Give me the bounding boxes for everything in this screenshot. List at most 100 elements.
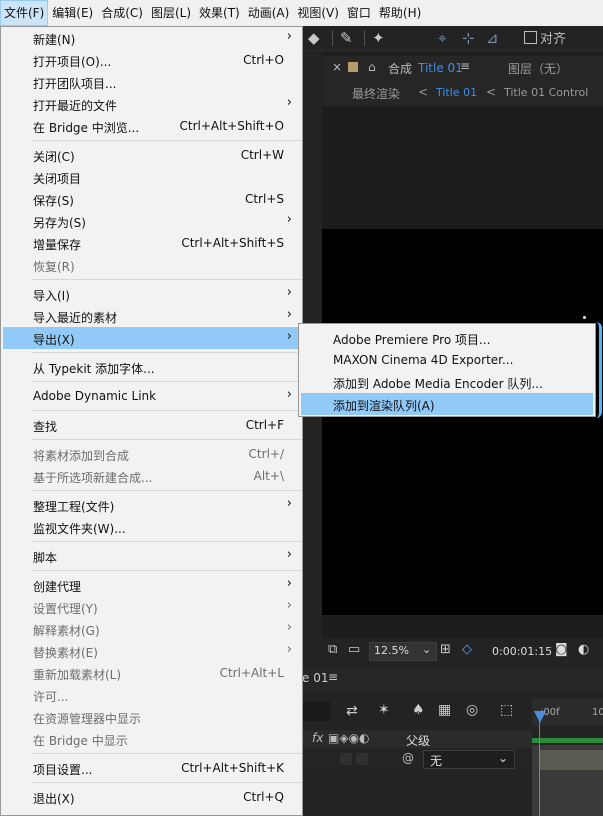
menu-item-shortcut: Ctrl+Alt+Shift+S xyxy=(181,236,284,250)
nav-control-comp[interactable]: Title 01 Control xyxy=(504,86,588,99)
current-timecode[interactable]: 0:00:01:15 xyxy=(492,645,552,658)
menu-item-close-project[interactable]: 关闭项目 xyxy=(3,166,300,188)
menu-item-project-settings[interactable]: 项目设置... Ctrl+Alt+Shift+K xyxy=(3,757,300,779)
menubar-view[interactable]: 视图(V) xyxy=(293,0,343,26)
menu-item-reveal-in-bridge: 在 Bridge 中显示 xyxy=(3,728,300,750)
playhead-line[interactable] xyxy=(539,714,540,816)
menu-item-shortcut: Ctrl+Alt+Shift+O xyxy=(179,119,284,133)
menu-item-add-to-media-encoder[interactable]: 添加到 Adobe Media Encoder 队列... xyxy=(301,371,593,393)
menu-item-save[interactable]: 保存(S) Ctrl+S xyxy=(3,188,300,210)
graph-editor-icon[interactable]: ⬚ xyxy=(500,702,513,718)
parent-dropdown[interactable]: 无 ⌄ xyxy=(423,750,515,769)
toolbar-divider xyxy=(332,30,333,46)
menu-separator xyxy=(31,381,302,382)
layer-switch[interactable] xyxy=(340,753,352,765)
menu-item-export-cinema4d[interactable]: MAXON Cinema 4D Exporter... xyxy=(301,349,593,371)
panel-menu-icon[interactable]: ≡ xyxy=(460,59,470,73)
menubar-animation[interactable]: 动画(A) xyxy=(244,0,294,26)
chevron-right-icon: › xyxy=(286,547,292,562)
monitor-icon[interactable]: ▭ xyxy=(348,642,360,657)
motion-blur-icon[interactable]: ◎ xyxy=(466,702,478,718)
menu-item-open-team-project[interactable]: 打开团队项目... xyxy=(3,71,300,93)
roto-brush-icon[interactable]: ✎ xyxy=(340,26,353,50)
menu-item-shortcut: Ctrl+S xyxy=(244,192,284,206)
layer-switch[interactable] xyxy=(356,753,368,765)
menu-item-open-project[interactable]: 打开项目(O)... Ctrl+O xyxy=(3,49,300,71)
menubar-window[interactable]: 窗口 xyxy=(343,0,375,26)
zoom-dropdown[interactable]: 12.5% ⌄ xyxy=(369,642,437,661)
frame-blend-icon[interactable]: ▦ xyxy=(438,702,451,718)
menu-item-import-recent-footage[interactable]: 导入最近的素材 › xyxy=(3,305,300,327)
parent-column-header: 父级 xyxy=(406,734,431,748)
menu-item-add-fonts-typekit[interactable]: 从 Typekit 添加字体... xyxy=(3,356,300,378)
menu-item-watch-folder[interactable]: 监视文件夹(W)... xyxy=(3,516,300,538)
close-icon[interactable]: × xyxy=(332,60,342,74)
menu-item-save-as[interactable]: 另存为(S) › xyxy=(3,210,300,232)
color-channel-icon[interactable]: ◐ xyxy=(578,642,589,657)
tab-layer[interactable]: 图层（无） xyxy=(508,60,568,77)
work-area-bar[interactable] xyxy=(532,738,603,743)
menu-item-exit[interactable]: 退出(X) Ctrl+Q xyxy=(3,786,300,808)
menu-item-import[interactable]: 导入(I) › xyxy=(3,283,300,305)
mask-toggle-icon[interactable]: ◇ xyxy=(462,642,472,657)
composition-viewer[interactable] xyxy=(322,229,603,615)
eraser-icon[interactable]: ◆ xyxy=(308,26,320,50)
nav-final-render[interactable]: 最终渲染 xyxy=(352,85,400,102)
nav-current-comp[interactable]: Title 01 xyxy=(436,86,477,99)
layer-duration-bar[interactable] xyxy=(540,750,603,770)
menu-item-license: 许可... xyxy=(3,684,300,706)
menu-item-export-premiere-project[interactable]: Adobe Premiere Pro 项目... xyxy=(301,327,593,349)
menubar-effect[interactable]: 效果(T) xyxy=(195,0,244,26)
menu-item-open-recent[interactable]: 打开最近的文件 › xyxy=(3,93,300,115)
menubar-composition[interactable]: 合成(C) xyxy=(97,0,147,26)
nav-chevron-icon: < xyxy=(486,85,497,99)
menu-item-shortcut: Ctrl+Alt+L xyxy=(219,666,284,680)
chevron-right-icon: › xyxy=(286,642,292,657)
menu-item-label: 退出(X) xyxy=(33,792,75,806)
menu-item-close[interactable]: 关闭(C) Ctrl+W xyxy=(3,144,300,166)
shy-icon[interactable]: ♠ xyxy=(412,702,425,718)
menu-item-dynamic-link[interactable]: Adobe Dynamic Link › xyxy=(3,385,300,407)
menu-item-dependencies[interactable]: 整理工程(文件) › xyxy=(3,494,300,516)
menu-item-scripts[interactable]: 脚本 › xyxy=(3,545,300,567)
menu-item-label: Adobe Dynamic Link xyxy=(33,389,157,403)
chevron-right-icon: › xyxy=(286,387,292,402)
axis-mode-icon[interactable]: ⊿ xyxy=(486,26,499,50)
axis-mode-icon[interactable]: ⌖ xyxy=(438,26,446,50)
lock-icon[interactable]: ⌂ xyxy=(368,60,376,74)
panel-menu-icon[interactable]: ≡ xyxy=(328,670,338,684)
pin-icon[interactable]: ✦ xyxy=(372,26,385,50)
snap-checkbox[interactable] xyxy=(524,31,537,44)
menubar-help[interactable]: 帮助(H) xyxy=(375,0,425,26)
menubar-layer[interactable]: 图层(L) xyxy=(147,0,195,26)
menubar-file[interactable]: 文件(F) xyxy=(0,0,49,26)
timeline-tab-title[interactable]: e 01 xyxy=(302,671,328,685)
composition-navigator: 最终渲染 < Title 01 < Title 01 Control xyxy=(322,80,603,106)
grid-icon[interactable]: ⊞ xyxy=(440,642,451,657)
menu-item-browse-in-bridge[interactable]: 在 Bridge 中浏览... Ctrl+Alt+Shift+O xyxy=(3,115,300,137)
menu-item-replace-footage: 替换素材(E) › xyxy=(3,640,300,662)
menu-item-add-to-render-queue[interactable]: 添加到渲染队列(A) xyxy=(301,393,593,415)
menu-item-create-proxy[interactable]: 创建代理 › xyxy=(3,574,300,596)
menu-item-export[interactable]: 导出(X) › xyxy=(3,327,300,349)
menu-item-label: 在 Bridge 中浏览... xyxy=(33,121,140,135)
viewer-artwork xyxy=(583,316,586,319)
pickwhip-icon[interactable]: @ xyxy=(402,751,414,765)
menu-item-label: 打开最近的文件 xyxy=(33,99,118,113)
region-icon[interactable]: ⧉ xyxy=(328,642,337,657)
parent-value: 无 xyxy=(430,754,443,768)
menu-item-find[interactable]: 查找 Ctrl+F xyxy=(3,414,300,436)
menu-item-label: 打开项目(O)... xyxy=(33,55,112,69)
menubar-edit[interactable]: 编辑(E) xyxy=(48,0,97,26)
menu-item-new[interactable]: 新建(N) › xyxy=(3,27,300,49)
timeline-search-input[interactable] xyxy=(300,701,330,721)
playhead-handle[interactable] xyxy=(534,711,546,723)
menu-bar: 文件(F) 编辑(E) 合成(C) 图层(L) 效果(T) 动画(A) 视图(V… xyxy=(0,0,603,26)
axis-mode-icon[interactable]: ⊹ xyxy=(462,26,475,50)
snapshot-icon[interactable]: ◙ xyxy=(555,642,568,657)
composition-flowchart-icon[interactable]: ⇄ xyxy=(346,703,358,719)
tab-composition-title[interactable]: Title 01 xyxy=(418,61,463,75)
menu-item-label: 恢复(R) xyxy=(33,260,75,274)
draft-3d-icon[interactable]: ✶ xyxy=(378,702,390,718)
menu-item-increment-save[interactable]: 增量保存 Ctrl+Alt+Shift+S xyxy=(3,232,300,254)
